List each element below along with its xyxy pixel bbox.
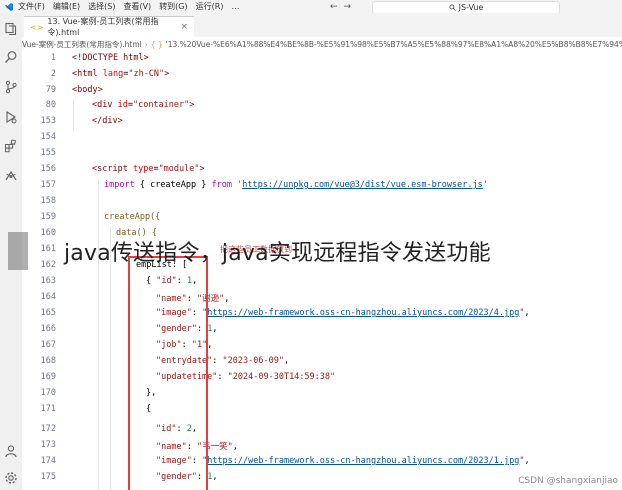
- line-number: 153: [40, 116, 56, 126]
- code-token: <body>: [72, 85, 103, 95]
- account-icon[interactable]: [4, 443, 18, 458]
- code-link[interactable]: https://web-framework.oss-cn-hangzhou.al…: [207, 456, 519, 466]
- menu-view[interactable]: 查看(V): [123, 1, 151, 12]
- code-token: <html: [72, 69, 103, 79]
- explorer-icon[interactable]: [4, 21, 18, 36]
- code-token: <div: [92, 100, 118, 110]
- close-icon[interactable]: ×: [180, 22, 188, 32]
- line-number: 166: [40, 324, 56, 334]
- breadcrumb-folder[interactable]: Vue-案例-员工列表(常用指令).html: [22, 39, 142, 50]
- breadcrumb-path[interactable]: '13.%20Vue-%E6%A1%88%E4%BE%8B-%E5%91%98%…: [166, 40, 622, 49]
- code-token: import: [104, 180, 135, 190]
- code-line-79: <body>: [72, 85, 103, 95]
- banner-title: java传送指令，java实现远程指令发送功能: [64, 241, 491, 266]
- remote-icon[interactable]: [4, 168, 18, 182]
- forward-arrow-icon[interactable]: →: [344, 2, 352, 12]
- code-line-159: createApp({: [104, 212, 160, 222]
- line-number: 159: [40, 212, 56, 222]
- vscode-logo-icon: [0, 0, 18, 13]
- code-token: "2024-09-30T14:59:38": [227, 372, 336, 382]
- breadcrumb-symbol-icon: { }: [150, 39, 163, 49]
- tab-label: 13. Vue-案例-员工列表(常用指令).html: [47, 17, 159, 37]
- code-token: <!DOCTYPE html>: [72, 53, 149, 63]
- code-token: from: [211, 180, 232, 190]
- line-number: 168: [40, 356, 56, 366]
- menu-file[interactable]: 文件(F): [18, 1, 45, 12]
- search-small-icon: [449, 4, 456, 11]
- line-number: 175: [40, 472, 56, 482]
- menu-more[interactable]: …: [231, 2, 239, 11]
- code-line-165: "image": "https://web-framework.oss-cn-h…: [156, 308, 530, 318]
- menu-selection[interactable]: 选择(S): [88, 1, 115, 12]
- code-token: <script: [92, 164, 133, 174]
- line-number: 165: [40, 308, 56, 318]
- line-number: 157: [40, 180, 56, 190]
- code-line-153: </div>: [92, 116, 123, 126]
- line-number: 164: [40, 292, 56, 302]
- title-banner: java传送指令，java实现远程指令发送功能: [0, 232, 622, 272]
- code-token: </div>: [92, 116, 123, 126]
- code-token: >: [164, 69, 170, 79]
- line-number: 80: [45, 100, 56, 110]
- line-number: 154: [40, 132, 56, 142]
- code-line-80: <div id="container">: [92, 100, 194, 110]
- indent-guide: [98, 179, 99, 490]
- source-control-icon[interactable]: [4, 79, 18, 94]
- code-line-2: <html lang="zh-CN">: [72, 69, 169, 79]
- code-token: type: [132, 164, 154, 174]
- code-token: "module": [158, 164, 200, 174]
- code-token: "2023-06-09": [222, 356, 284, 366]
- line-number: 155: [40, 148, 56, 158]
- line-number: 169: [40, 372, 56, 382]
- code-token: >: [189, 100, 195, 110]
- extensions-icon[interactable]: [4, 138, 18, 153]
- indent-guide: [73, 99, 74, 131]
- code-link[interactable]: https://unpkg.com/vue@3/dist/vue.esm-bro…: [242, 180, 483, 190]
- line-number: 79: [45, 85, 56, 95]
- tab-active-file[interactable]: <> 13. Vue-案例-员工列表(常用指令).html ×: [24, 16, 194, 37]
- line-number: 171: [40, 404, 56, 414]
- line-number: 163: [40, 276, 56, 286]
- code-token: lang: [102, 69, 124, 79]
- banner-marker: [8, 232, 28, 270]
- code-token: createApp({: [104, 212, 161, 222]
- code-token: "container": [132, 100, 190, 110]
- code-token: { createApp }: [134, 180, 212, 190]
- code-link[interactable]: https://web-framework.oss-cn-hangzhou.al…: [207, 308, 519, 318]
- line-number: 2: [50, 69, 56, 79]
- nav-arrows: ← →: [330, 0, 351, 13]
- menu-edit[interactable]: 编辑(E): [53, 1, 80, 12]
- search-box-text: JS-Vue: [458, 3, 484, 12]
- code-line-157: import { createApp } from 'https://unpkg…: [104, 180, 488, 190]
- annotation-box: [128, 256, 208, 490]
- code-token: "zh-CN": [128, 69, 165, 79]
- html-file-icon: <>: [30, 22, 44, 32]
- line-number: 173: [40, 440, 56, 450]
- editor-tabs: <> 13. Vue-案例-员工列表(常用指令).html ×: [22, 13, 622, 38]
- code-token: ': [482, 180, 488, 190]
- code-line-156: <script type="module">: [92, 164, 205, 174]
- settings-icon[interactable]: [4, 470, 18, 484]
- line-number: 172: [40, 424, 56, 434]
- search-icon[interactable]: [4, 49, 18, 63]
- code-token: >: [199, 164, 205, 174]
- menu-go[interactable]: 转到(G): [159, 1, 187, 12]
- code-line-174: "image": "https://web-framework.oss-cn-h…: [156, 456, 530, 466]
- line-number: 158: [40, 196, 56, 206]
- line-number: 1: [50, 53, 56, 63]
- run-debug-icon[interactable]: [4, 109, 18, 124]
- chevron-right-icon: ›: [144, 39, 148, 49]
- line-number: 167: [40, 340, 56, 350]
- code-line-1: <!DOCTYPE html>: [72, 53, 149, 63]
- menu-run[interactable]: 运行(R): [196, 1, 224, 12]
- line-number: 156: [40, 164, 56, 174]
- code-token: id: [117, 100, 128, 110]
- line-number: 170: [40, 388, 56, 398]
- back-arrow-icon[interactable]: ←: [330, 2, 338, 12]
- watermark: CSDN @shangxianjiao: [518, 476, 618, 486]
- line-number: 174: [40, 456, 56, 466]
- breadcrumb: Vue-案例-员工列表(常用指令).html › { } '13.%20Vue-…: [22, 37, 622, 51]
